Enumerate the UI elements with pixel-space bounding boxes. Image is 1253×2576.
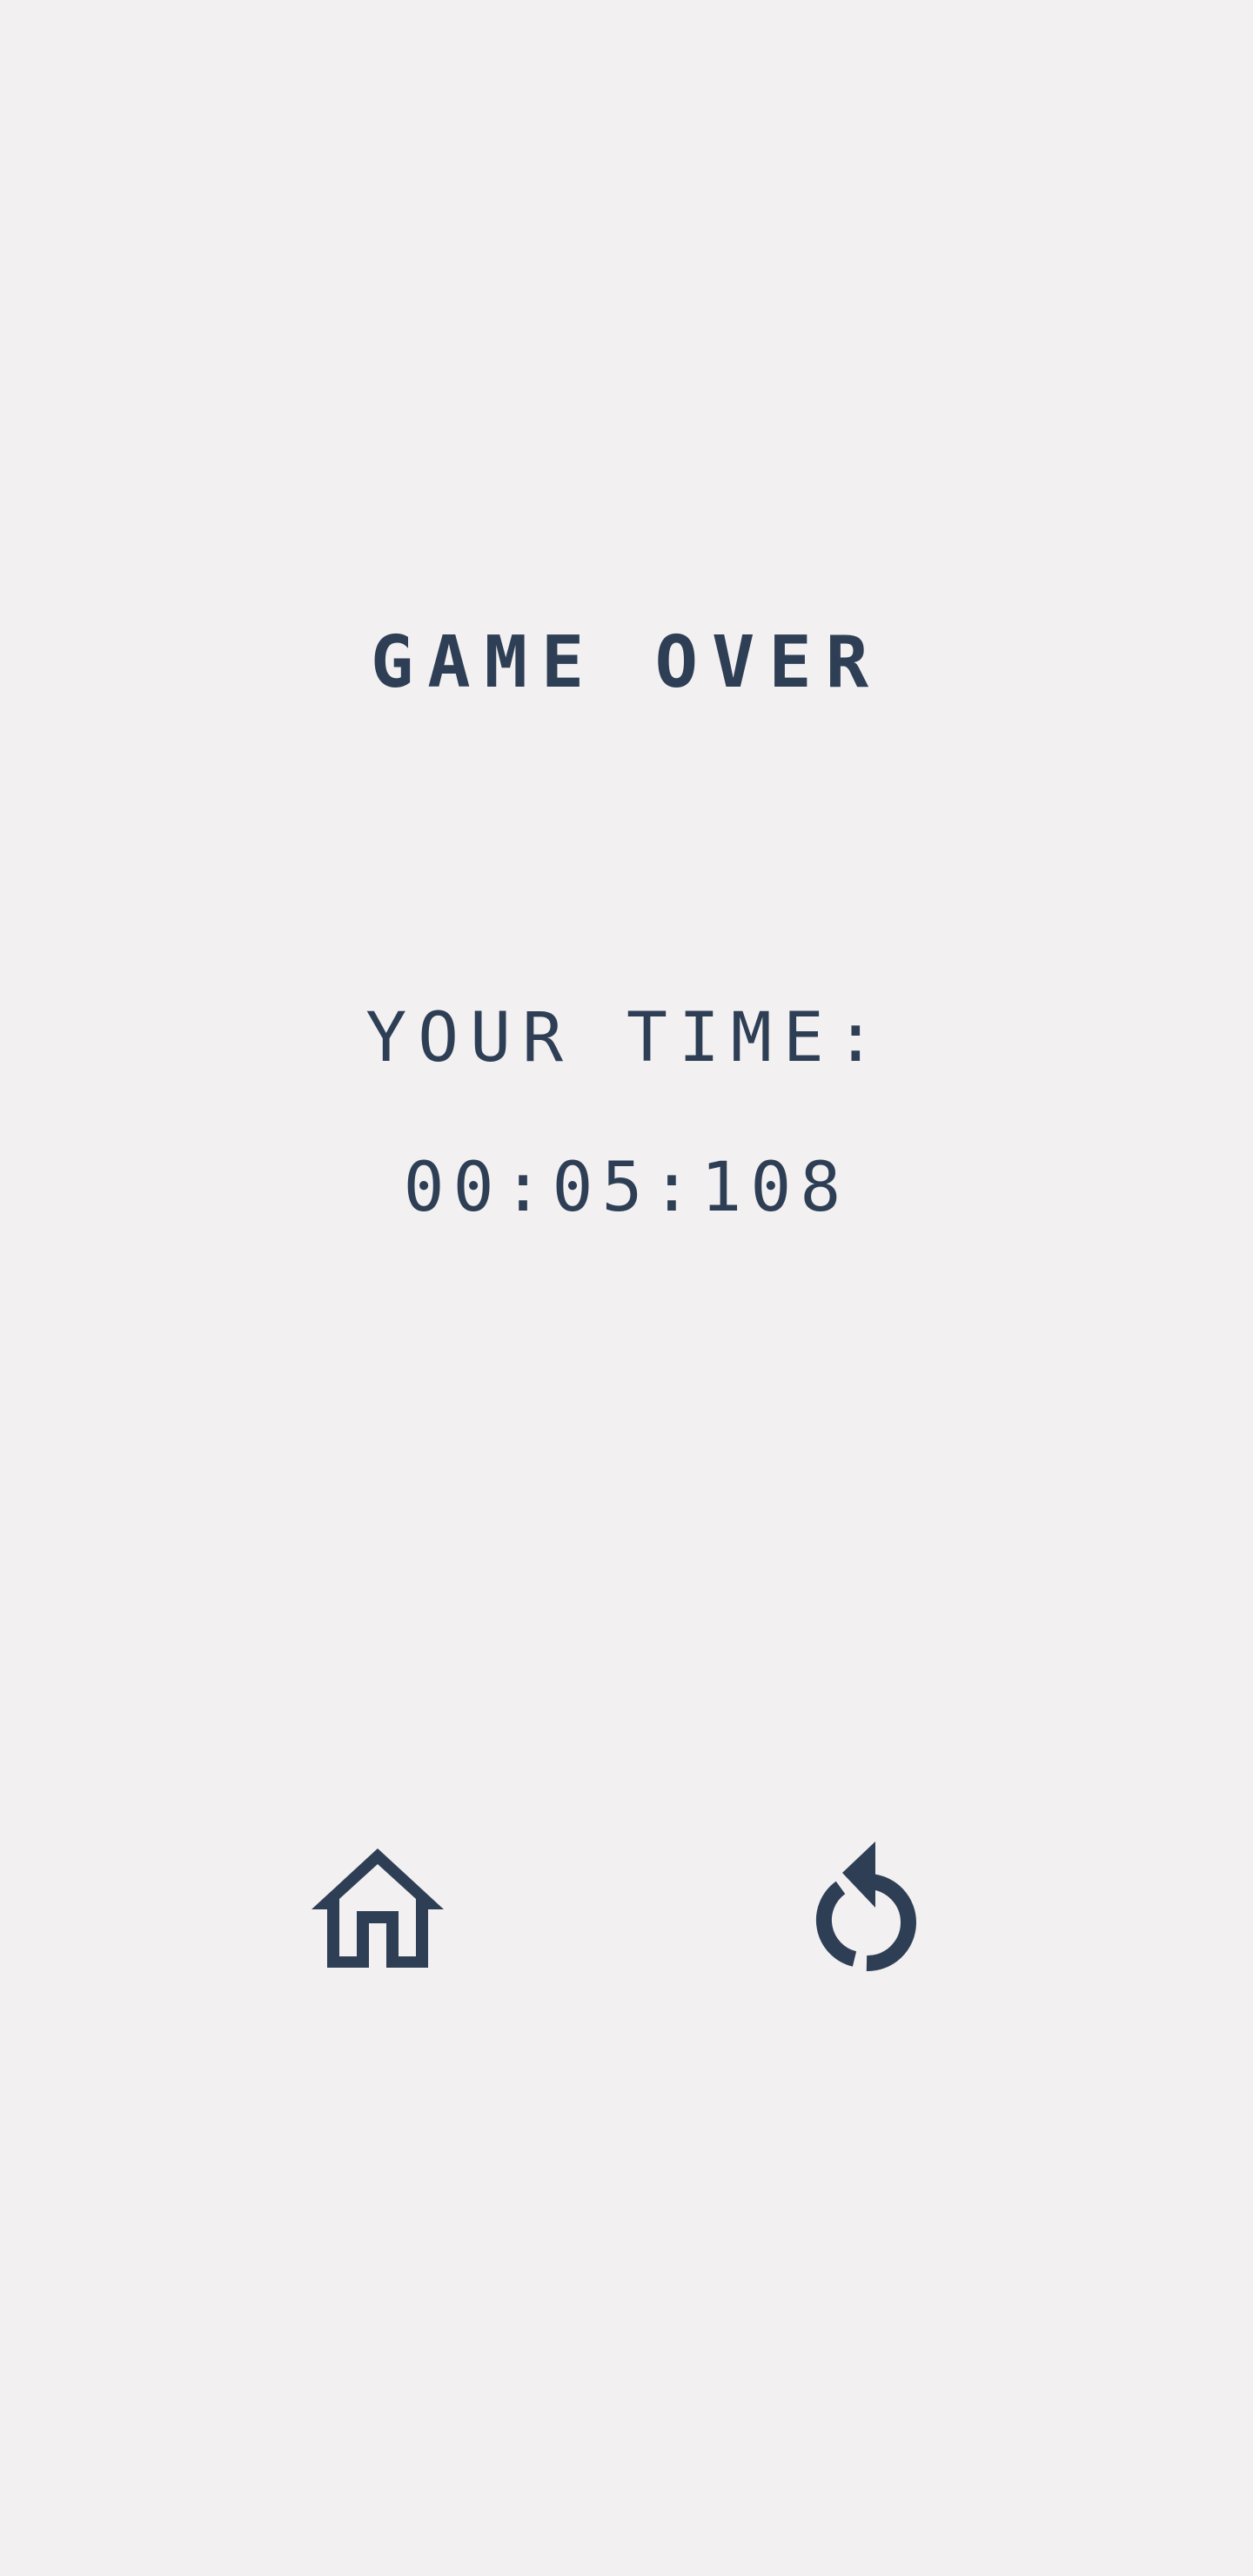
game-over-screen: GAME OVER YOUR TIME: 00:05:108 xyxy=(0,0,1253,2576)
time-value: 00:05:108 xyxy=(403,1149,850,1227)
home-icon xyxy=(312,1848,444,1968)
time-label: YOUR TIME: xyxy=(365,999,888,1077)
restart-icon xyxy=(815,1841,916,1972)
home-button[interactable] xyxy=(299,1831,456,1988)
restart-button[interactable] xyxy=(797,1831,954,1988)
game-over-title: GAME OVER xyxy=(370,621,883,704)
